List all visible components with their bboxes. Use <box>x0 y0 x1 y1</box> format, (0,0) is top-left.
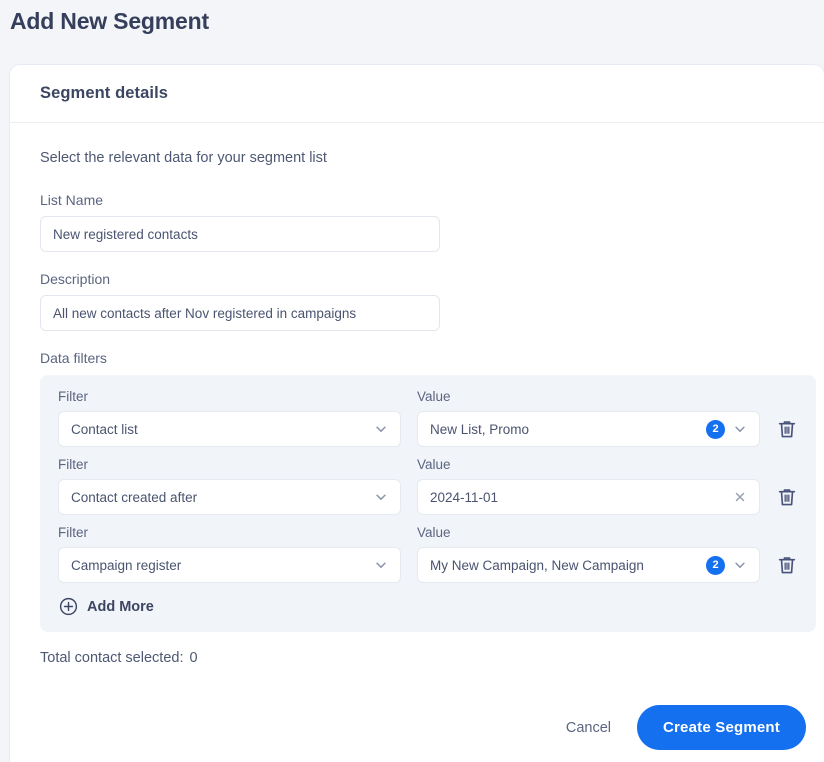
value-select-3-value: My New Campaign, New Campaign <box>430 557 644 573</box>
intro-text: Select the relevant data for your segmen… <box>40 150 327 166</box>
chevron-down-icon <box>376 494 386 500</box>
footer-actions: Cancel Create Segment <box>552 705 806 750</box>
filter-select-1-value: Contact list <box>71 421 138 437</box>
value-select-1[interactable]: New List, Promo 2 <box>417 411 760 447</box>
trash-icon[interactable] <box>776 553 798 577</box>
list-name-field-group: List Name <box>40 192 794 252</box>
value-column-label: Value <box>417 457 451 472</box>
filter-row: Filter Contact created after Value 2024-… <box>58 457 798 515</box>
value-column: Value My New Campaign, New Campaign 2 <box>417 525 760 583</box>
create-segment-button[interactable]: Create Segment <box>636 705 806 750</box>
value-select-1-value: New List, Promo <box>430 421 530 437</box>
filter-select-2[interactable]: Contact created after <box>58 479 401 515</box>
description-label: Description <box>40 271 111 287</box>
data-filters-label: Data filters <box>40 350 107 366</box>
segment-details-card: Segment details Select the relevant data… <box>10 65 824 762</box>
description-field-group: Description <box>40 271 794 331</box>
value-date-2-value: 2024-11-01 <box>430 489 499 505</box>
filter-row: Filter Campaign register Value My New Ca… <box>58 525 798 583</box>
trash-icon[interactable] <box>776 485 798 509</box>
add-more-label: Add More <box>87 598 154 615</box>
filter-column-label: Filter <box>58 389 88 404</box>
page-title: Add New Segment <box>10 8 209 34</box>
filter-column: Filter Contact list <box>58 389 401 447</box>
filter-select-3-value: Campaign register <box>71 557 182 573</box>
value-column-label: Value <box>417 389 451 404</box>
chevron-down-icon <box>376 562 386 568</box>
chevron-down-icon <box>376 426 386 432</box>
add-more-button[interactable]: Add More <box>59 597 154 616</box>
cancel-button[interactable]: Cancel <box>552 710 625 746</box>
filter-select-3[interactable]: Campaign register <box>58 547 401 583</box>
list-name-input[interactable] <box>40 216 440 252</box>
value-column-label: Value <box>417 525 451 540</box>
chevron-down-icon <box>735 562 745 568</box>
filter-column: Filter Contact created after <box>58 457 401 515</box>
filter-column: Filter Campaign register <box>58 525 401 583</box>
total-contact-value: 0 <box>189 650 198 666</box>
data-filters-panel: Filter Contact list Value New List, Prom… <box>40 375 816 632</box>
chevron-down-icon <box>735 426 745 432</box>
filter-row: Filter Contact list Value New List, Prom… <box>58 389 798 447</box>
filter-select-1[interactable]: Contact list <box>58 411 401 447</box>
value-date-2[interactable]: 2024-11-01 <box>417 479 760 515</box>
trash-icon[interactable] <box>776 417 798 441</box>
filter-column-label: Filter <box>58 457 88 472</box>
list-name-label: List Name <box>40 192 104 208</box>
circle-plus-icon <box>59 597 78 616</box>
value-select-3-count-badge: 2 <box>706 555 725 575</box>
filter-select-2-value: Contact created after <box>71 489 198 505</box>
value-select-3[interactable]: My New Campaign, New Campaign 2 <box>417 547 760 583</box>
card-header-title: Segment details <box>40 84 169 102</box>
value-column: Value New List, Promo 2 <box>417 389 760 447</box>
card-header: Segment details <box>10 65 824 123</box>
value-select-1-count-badge: 2 <box>706 419 725 439</box>
total-contact-selected: Total contact selected: 0 <box>40 650 794 666</box>
close-icon[interactable] <box>733 490 747 504</box>
description-input[interactable] <box>40 295 440 331</box>
total-contact-label: Total contact selected: <box>40 650 184 666</box>
filter-column-label: Filter <box>58 525 88 540</box>
value-column: Value 2024-11-01 <box>417 457 760 515</box>
card-body: Select the relevant data for your segmen… <box>10 123 824 666</box>
